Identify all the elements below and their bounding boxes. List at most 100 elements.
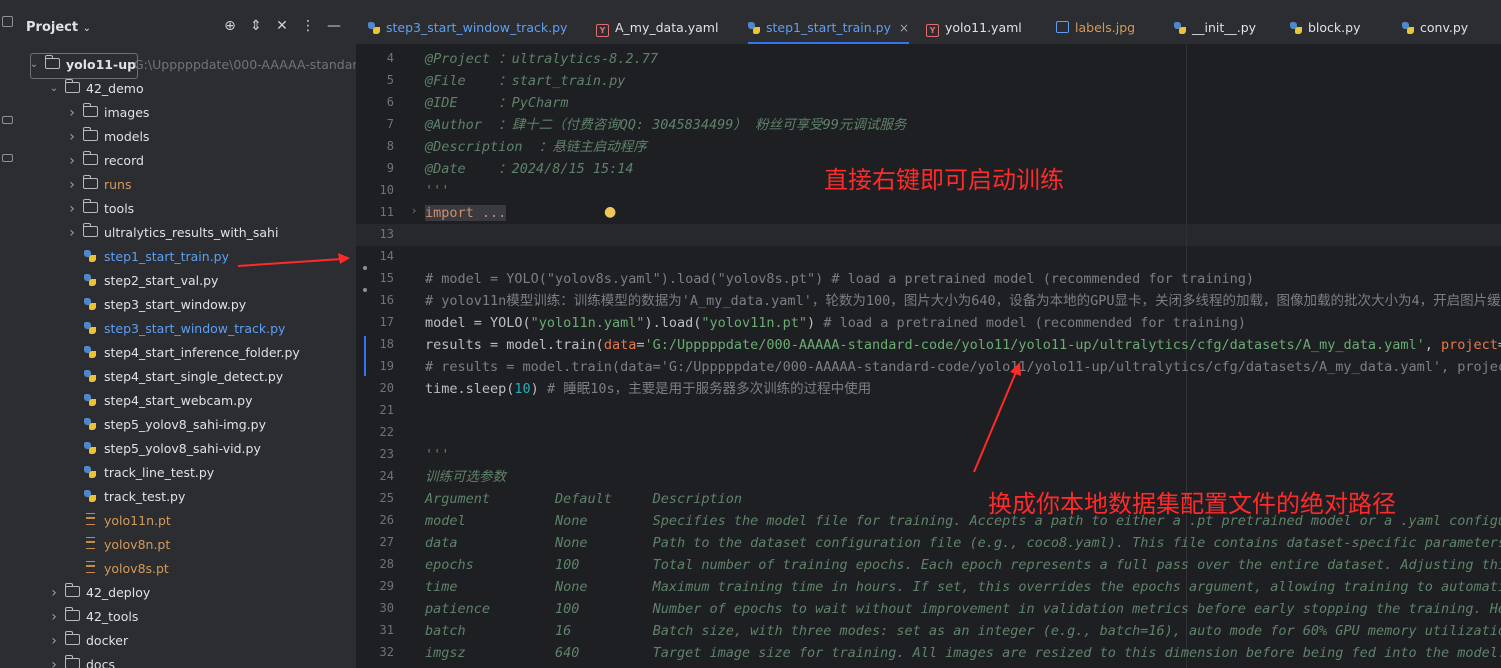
more-tools-icon[interactable] [2,154,13,162]
tree-folder[interactable]: › docs [14,653,356,668]
chevron-right-icon[interactable]: › [66,149,78,173]
code-line[interactable]: @IDE ：PyCharm [425,92,569,114]
chevron-right-icon[interactable]: › [48,629,60,653]
tree-root[interactable]: ⌄ yolo11-up G:\Upppppdate\000-AAAAA-stan… [14,53,356,77]
code-line[interactable]: imgsz 640 Target image size for training… [425,642,1501,664]
lightbulb-icon[interactable]: ● [604,204,616,220]
code-line[interactable]: @File ：start_train.py [425,70,625,92]
code-lines[interactable]: @Project ：ultralytics-8.2.77 @File ：start… [425,44,1501,668]
tree-folder[interactable]: › ultralytics_results_with_sahi [14,221,356,245]
tree-file[interactable]: step3_start_window_track.py [14,317,356,341]
chevron-right-icon[interactable]: › [66,221,78,245]
tree-item-label: step3_start_window.py [104,297,247,312]
structure-tool-icon[interactable] [2,116,13,124]
editor-tab[interactable]: Yyolo11.yaml [926,0,1022,44]
code-line[interactable]: ''' [425,444,449,466]
chevron-right-icon[interactable]: › [66,125,78,149]
code-token: imgsz 640 Target image size for training… [425,645,1501,661]
folder-icon [82,125,98,149]
code-line[interactable]: @Description ：悬链主启动程序 [425,136,647,158]
chevron-right-icon[interactable]: › [48,605,60,629]
code-line[interactable]: time.sleep(10) # 睡眠10s，主要是用于服务器多次训练的过程中使… [425,378,871,400]
tree-file[interactable]: step1_start_train.py [14,245,356,269]
code-line[interactable]: # results = model.train(data='G:/Upppppd… [425,356,1501,378]
tree-folder[interactable]: ⌄ 42_demo [14,77,356,101]
tree-folder[interactable]: › record [14,149,356,173]
tree-folder[interactable]: › 42_deploy [14,581,356,605]
options-icon[interactable]: ⋮ [300,18,316,34]
chevron-down-icon[interactable]: ⌄ [28,53,40,77]
code-token: data [603,337,637,353]
code-line[interactable]: 训练可选参数 [425,466,506,488]
editor-tab[interactable]: Y A_my_data.yaml [596,0,718,44]
editor-tab[interactable]: block.py [1290,0,1360,44]
tree-file[interactable]: step5_yolov8_sahi-vid.py [14,437,356,461]
locate-icon[interactable]: ⊕ [222,18,238,34]
tree-folder[interactable]: › runs [14,173,356,197]
editor-tab[interactable]: step1_start_train.py × [748,0,910,44]
code-token: data None Path to the dataset configurat… [425,535,1501,551]
tree-folder[interactable]: › docker [14,629,356,653]
tree-file[interactable]: step4_start_webcam.py [14,389,356,413]
tree-folder[interactable]: › models [14,125,356,149]
editor-tab[interactable]: labels.jpg [1056,0,1135,44]
root-path: G:\Upppppdate\000-AAAAA-standard [134,57,356,72]
tree-item-label: ultralytics_results_with_sahi [104,225,279,240]
chevron-right-icon[interactable]: › [48,653,60,668]
tree-file[interactable]: yolov8s.pt [14,557,356,581]
python-file-icon [82,485,98,509]
code-line[interactable]: Argument Default Description [425,488,742,510]
code-line[interactable]: ''' [425,180,449,202]
chevron-right-icon[interactable]: › [66,197,78,221]
tree-file[interactable]: step3_start_window.py [14,293,356,317]
code-line[interactable]: @Project ：ultralytics-8.2.77 [425,48,658,70]
tree-file[interactable]: step2_start_val.py [14,269,356,293]
tab-label: __init__.py [1192,20,1257,35]
yaml-icon: Y [926,0,939,44]
fold-chevron-icon[interactable]: › [412,204,416,217]
code-line[interactable]: import ... [425,202,507,224]
code-line[interactable]: @Author ：肆十二（付费咨询QQ: 3045834499） 粉丝可享受99… [425,114,906,136]
code-token: ).load( [644,315,702,331]
code-token: results = model.train( [425,337,604,353]
code-line[interactable]: # model = YOLO("yolov8s.yaml").load("yol… [425,268,1254,290]
code-line[interactable]: @Date ：2024/8/15 15:14 [425,158,634,180]
editor-tab[interactable]: conv.py [1402,0,1468,44]
chevron-right-icon[interactable]: › [48,581,60,605]
folder-icon [82,149,98,173]
expand-all-icon[interactable]: ⇕ [248,18,264,34]
chevron-right-icon[interactable]: › [66,101,78,125]
code-editor[interactable]: 4 5 6 7 8 9 10 11 13 14 15 16 17 18 19 20 21 22 23 24 25 26 27… [356,44,1501,668]
code-token: 训练可选参数 [425,469,506,485]
code-line[interactable]: time None Maximum training time in hours… [425,576,1501,598]
editor-tab[interactable]: __init__.py [1174,0,1256,44]
chevron-right-icon[interactable]: › [66,173,78,197]
chevron-down-icon[interactable]: ⌄ [48,77,60,101]
code-line[interactable]: model = YOLO("yolo11n.yaml").load("yolov… [425,312,1246,334]
code-line[interactable]: epochs 100 Total number of training epoc… [425,554,1501,576]
tree-file[interactable]: track_line_test.py [14,461,356,485]
code-line[interactable]: # yolov11n模型训练：训练模型的数据为'A_my_data.yaml'，… [425,290,1501,312]
tree-file[interactable]: yolo11n.pt [14,509,356,533]
tree-file[interactable]: yolov8n.pt [14,533,356,557]
editor-tab[interactable]: step3_start_window_track.py [368,0,567,44]
run-marker-icon[interactable] [363,288,367,292]
hide-icon[interactable]: — [326,18,342,34]
project-tool-icon[interactable] [2,16,13,27]
code-line[interactable]: data None Path to the dataset configurat… [425,532,1501,554]
tree-folder[interactable]: › tools [14,197,356,221]
close-icon[interactable]: × [899,21,909,35]
code-line[interactable]: results = model.train(data='G:/Upppppdat… [425,334,1501,356]
tree-folder[interactable]: › 42_tools [14,605,356,629]
tree-file[interactable]: step5_yolov8_sahi-img.py [14,413,356,437]
tree-file[interactable]: track_test.py [14,485,356,509]
run-marker-icon[interactable] [363,266,367,270]
code-line[interactable]: batch 16 Batch size, with three modes: s… [425,620,1501,642]
code-token: 10 [514,381,531,397]
project-title[interactable]: Project ⌄ [26,20,91,35]
tree-file[interactable]: step4_start_inference_folder.py [14,341,356,365]
tree-file[interactable]: step4_start_single_detect.py [14,365,356,389]
collapse-all-icon[interactable]: ✕ [274,18,290,34]
tree-folder[interactable]: › images [14,101,356,125]
code-line[interactable]: patience 100 Number of epochs to wait wi… [425,598,1501,620]
